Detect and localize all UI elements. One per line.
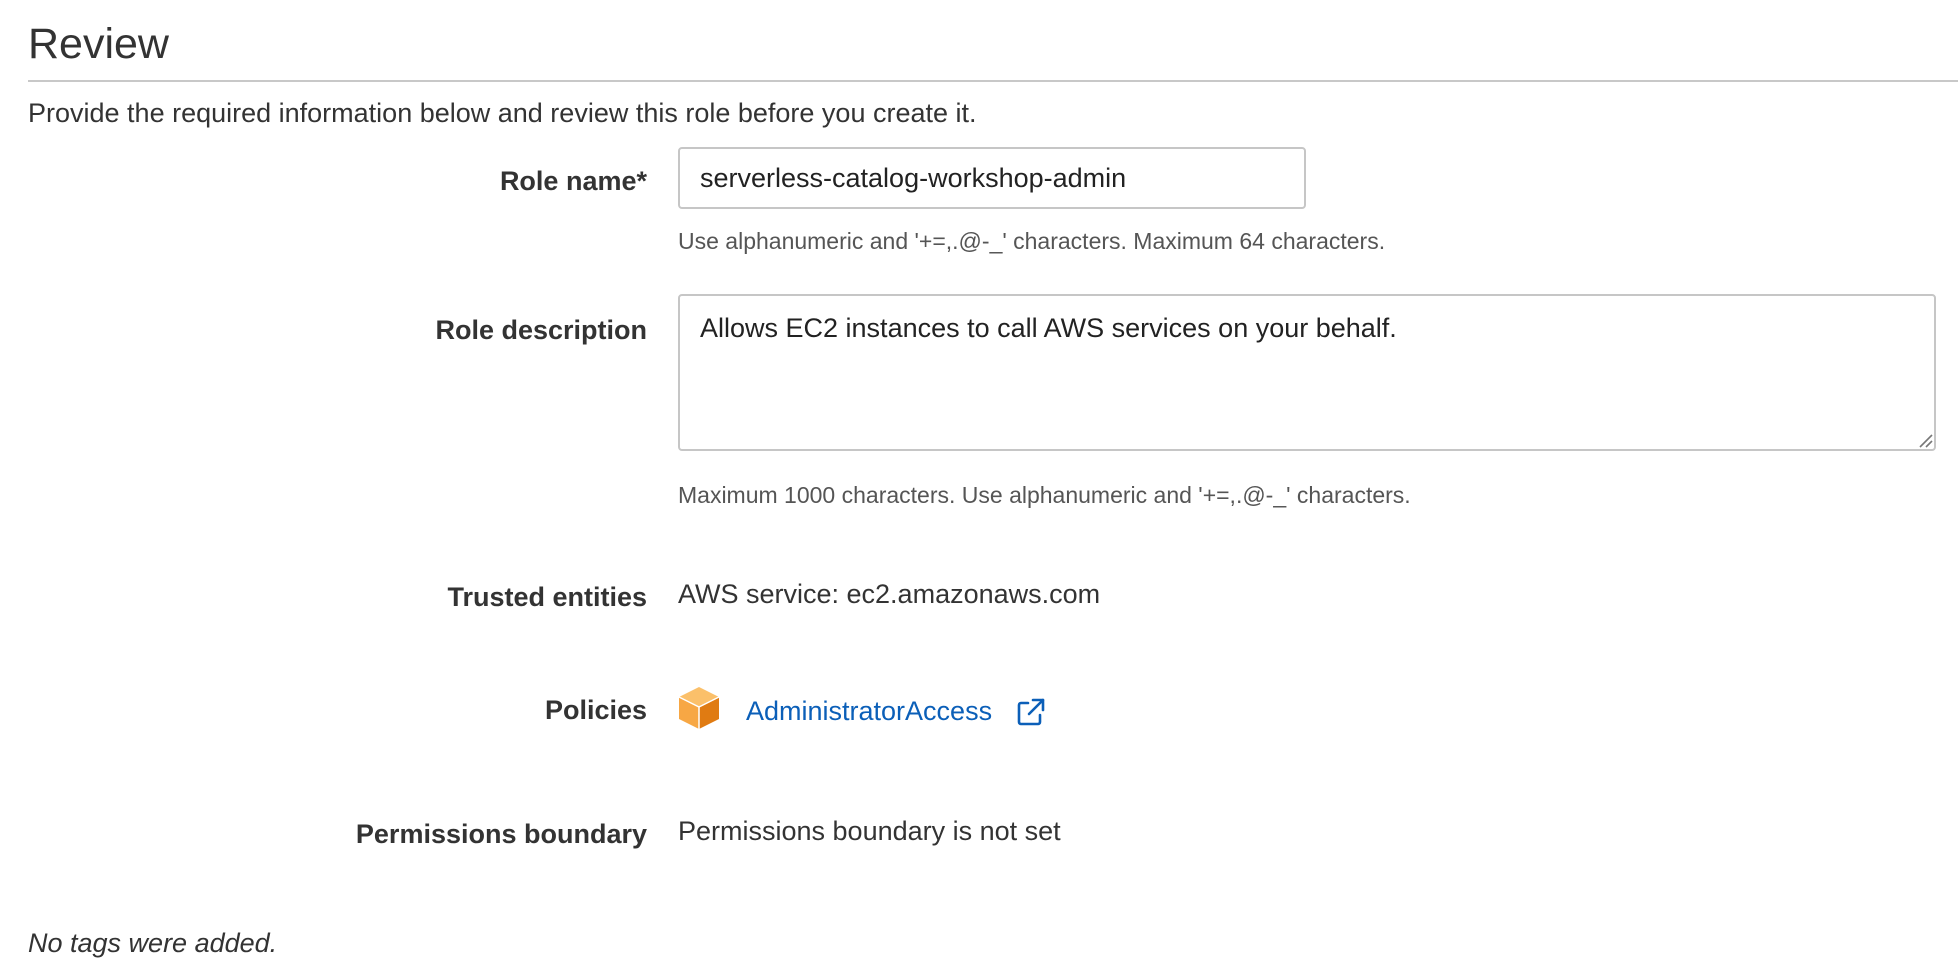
no-tags-note: No tags were added. (28, 928, 278, 958)
page-intro-text: Provide the required information below a… (28, 98, 977, 128)
role-name-help: Use alphanumeric and '+=,.@-_' character… (678, 228, 1386, 254)
trusted-entities-value: AWS service: ec2.amazonaws.com (678, 579, 1101, 609)
permissions-boundary-label: Permissions boundary (355, 819, 647, 849)
external-link-icon[interactable] (1016, 697, 1046, 727)
page-title: Review (28, 20, 169, 68)
role-description-textarea[interactable]: Allows EC2 instances to call AWS service… (678, 294, 1936, 451)
role-name-input[interactable] (678, 147, 1306, 209)
permissions-boundary-value: Permissions boundary is not set (678, 816, 1061, 846)
role-description-help: Maximum 1000 characters. Use alphanumeri… (678, 482, 1411, 508)
policies-label: Policies (544, 695, 647, 725)
title-divider (28, 80, 1958, 82)
role-name-label: Role name* (499, 166, 647, 196)
trusted-entities-label: Trusted entities (447, 582, 647, 612)
resize-handle-icon[interactable] (1917, 432, 1933, 448)
policy-link-administratoraccess[interactable]: AdministratorAccess (746, 693, 992, 729)
policy-cube-icon (678, 687, 720, 729)
role-description-label: Role description (435, 315, 647, 345)
